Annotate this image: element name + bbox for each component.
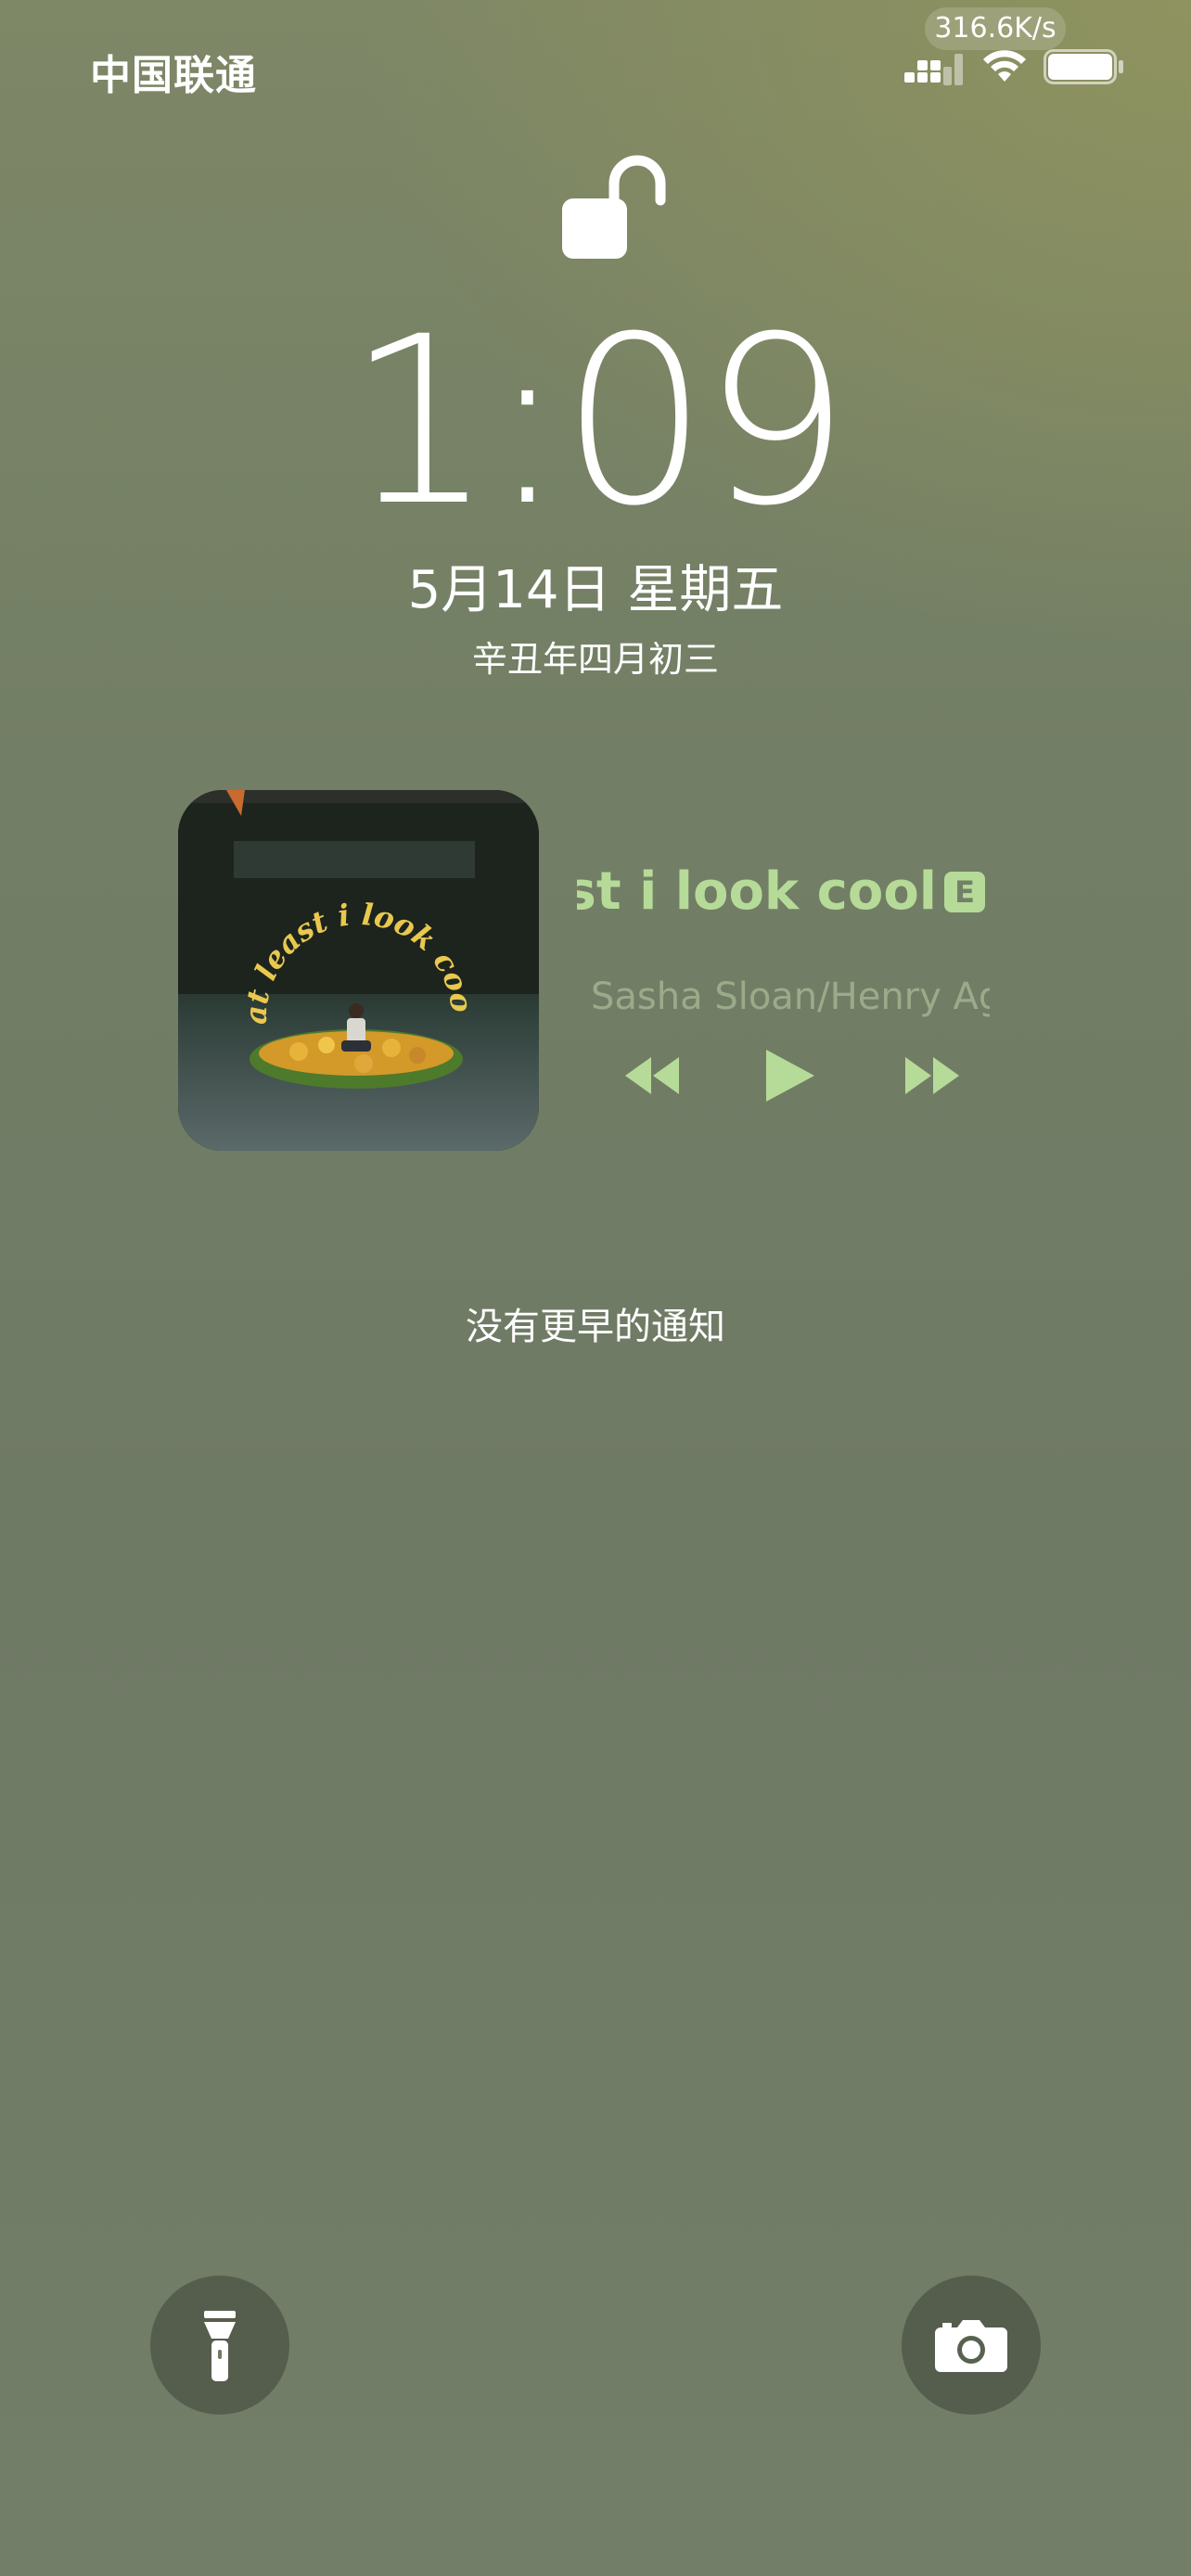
unlock-icon: [562, 155, 666, 259]
date-label: 5月14日 星期五: [407, 560, 784, 620]
net-speed-badge: 316.6K/s: [925, 7, 1066, 50]
status-icons: [904, 48, 1127, 89]
now-playing-widget[interactable]: at least i look cool at least i look coo…: [178, 790, 1013, 1152]
lunar-date-label: 辛丑年四月初三: [471, 639, 719, 680]
battery-icon: [1044, 49, 1123, 84]
carrier-name: 中国联通: [90, 52, 257, 99]
play-button[interactable]: [762, 1048, 818, 1103]
song-title: st i look cool E: [577, 855, 985, 929]
no-earlier-notifications: 没有更早的通知: [466, 1306, 725, 1348]
flashlight-button[interactable]: [150, 2276, 289, 2415]
album-art[interactable]: at least i look cool at least i look coo…: [178, 790, 539, 1151]
wifi-icon: [983, 50, 1026, 82]
previous-track-button[interactable]: [623, 1048, 681, 1103]
explicit-badge: E: [944, 872, 985, 912]
flashlight-icon: [204, 2311, 236, 2381]
artist-name: Sasha Sloan/Henry Ag: [591, 976, 990, 1018]
camera-button[interactable]: [902, 2276, 1041, 2415]
clock-time: 1:09: [346, 287, 850, 556]
cellular-signal-icon: [904, 54, 963, 85]
camera-icon: [935, 2320, 1007, 2372]
next-track-button[interactable]: [903, 1048, 961, 1103]
